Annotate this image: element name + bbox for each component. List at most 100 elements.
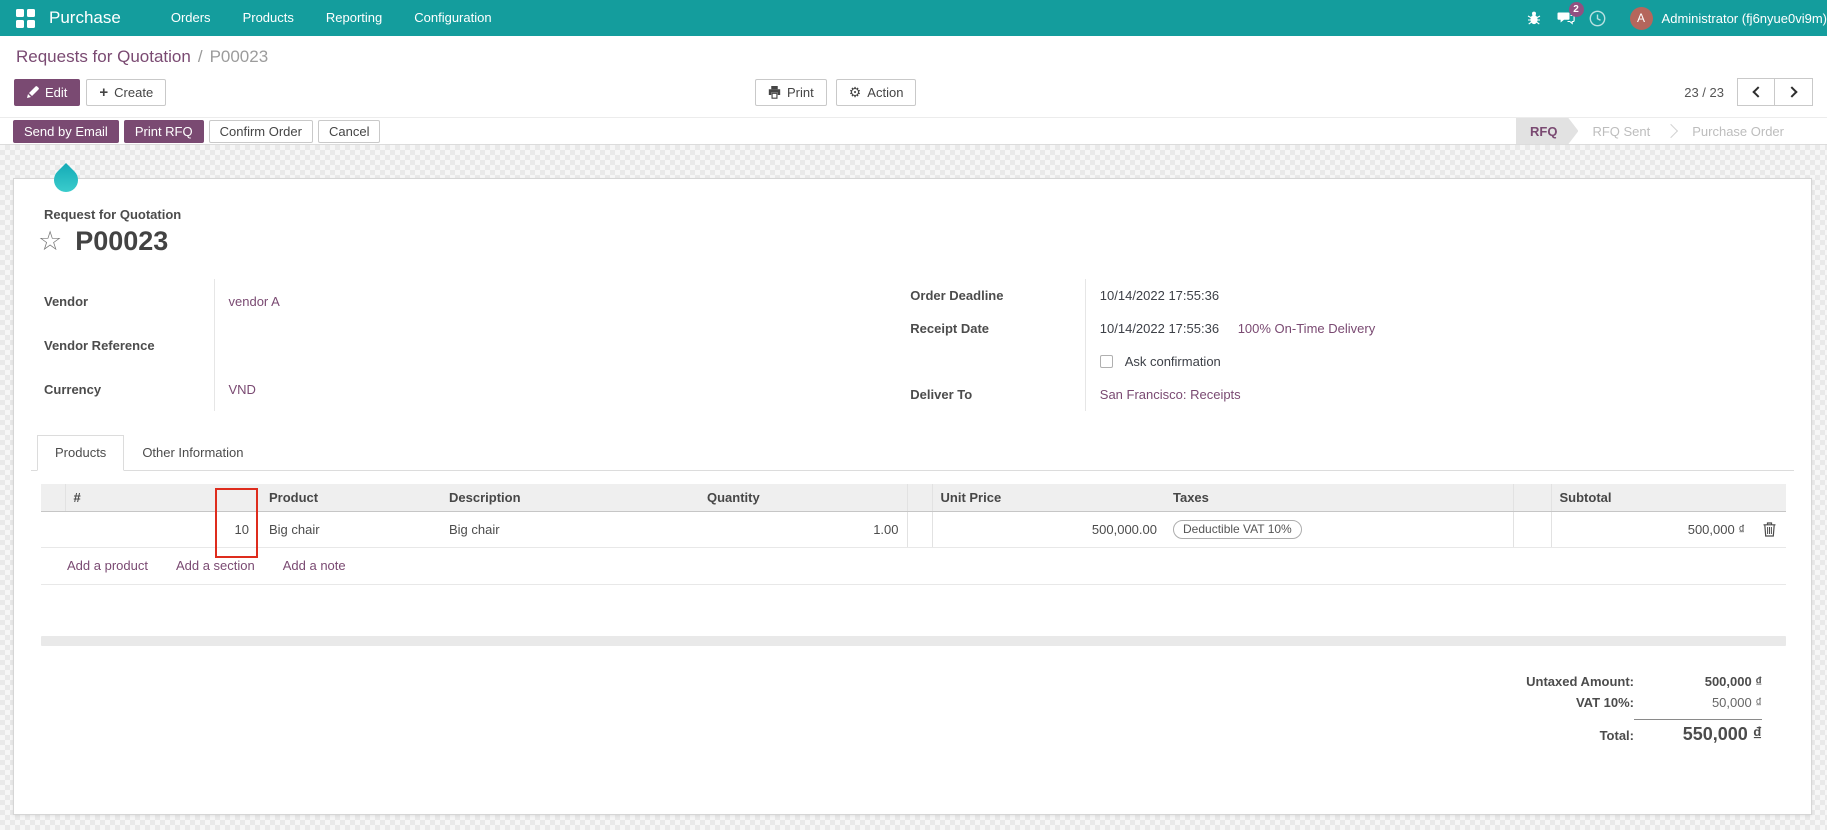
order-deadline-label: Order Deadline bbox=[910, 279, 1086, 312]
tax-tag[interactable]: Deductible VAT 10% bbox=[1173, 519, 1302, 539]
stage-rfq-sent[interactable]: RFQ Sent bbox=[1578, 118, 1664, 144]
menu-products[interactable]: Products bbox=[227, 0, 310, 36]
row-product[interactable]: Big chair bbox=[261, 511, 441, 548]
row-sequence[interactable]: 10 bbox=[65, 511, 261, 548]
trash-icon bbox=[1763, 521, 1776, 537]
gear-icon: ⚙ bbox=[848, 84, 862, 100]
pager-previous-button[interactable] bbox=[1737, 78, 1775, 106]
total-row: Total: 550,000 ₫ bbox=[1600, 716, 1762, 745]
order-lines-table: # Product Description Quantity Unit Pric… bbox=[41, 484, 1786, 548]
favorite-star-icon[interactable]: ☆ bbox=[38, 228, 62, 255]
menu-reporting[interactable]: Reporting bbox=[310, 0, 398, 36]
totals-block: Untaxed Amount: 500,000 ₫ VAT 10%: 50,00… bbox=[31, 671, 1794, 748]
create-button[interactable]: + Create bbox=[86, 78, 167, 106]
vat-value: 50,000 ₫ bbox=[1711, 694, 1762, 710]
currency-value-link[interactable]: VND bbox=[229, 382, 256, 397]
action-button-label: Action bbox=[867, 84, 904, 100]
edit-button[interactable]: Edit bbox=[14, 78, 81, 106]
col-quantity[interactable]: Quantity bbox=[699, 484, 907, 512]
record-title: P00023 bbox=[75, 226, 169, 256]
row-quantity[interactable]: 1.00 bbox=[699, 511, 907, 548]
action-button[interactable]: ⚙ Action bbox=[835, 78, 917, 106]
col-gap-2 bbox=[1512, 484, 1552, 512]
add-a-note-link[interactable]: Add a note bbox=[283, 558, 346, 573]
col-taxes[interactable]: Taxes bbox=[1165, 484, 1513, 512]
table-header-row: # Product Description Quantity Unit Pric… bbox=[41, 484, 1786, 512]
field-groups: Vendor vendor A Vendor Reference Currenc… bbox=[31, 279, 1794, 411]
row-unit-price[interactable]: 500,000.00 bbox=[932, 511, 1165, 548]
order-lines-area: # Product Description Quantity Unit Pric… bbox=[31, 471, 1794, 646]
deliver-to-label: Deliver To bbox=[910, 378, 1086, 411]
plus-icon: + bbox=[99, 83, 109, 101]
chevron-right-icon bbox=[1786, 86, 1798, 98]
row-handle-cell[interactable] bbox=[41, 511, 65, 548]
statusbar: Send by Email Print RFQ Confirm Order Ca… bbox=[0, 117, 1827, 145]
untaxed-amount-label: Untaxed Amount: bbox=[1526, 673, 1634, 689]
add-a-section-link[interactable]: Add a section bbox=[176, 558, 255, 573]
receipt-date-value[interactable]: 10/14/2022 17:55:36 bbox=[1100, 321, 1219, 336]
tab-other-information[interactable]: Other Information bbox=[124, 435, 261, 470]
row-subtotal: 500,000 ₫ bbox=[1551, 511, 1753, 548]
left-field-group: Vendor vendor A Vendor Reference Currenc… bbox=[44, 279, 543, 411]
delete-line-button[interactable] bbox=[1753, 511, 1786, 548]
field-currency: Currency VND bbox=[44, 367, 543, 411]
apps-menu-icon[interactable] bbox=[16, 8, 35, 28]
print-button-label: Print bbox=[787, 84, 814, 100]
tab-products[interactable]: Products bbox=[37, 435, 125, 471]
activities-clock-icon[interactable] bbox=[1582, 0, 1614, 36]
pager: 23 / 23 bbox=[1684, 78, 1813, 106]
pencil-icon bbox=[27, 86, 39, 98]
print-rfq-button[interactable]: Print RFQ bbox=[123, 119, 204, 143]
messages-icon[interactable]: 2 bbox=[1550, 0, 1584, 36]
field-order-deadline: Order Deadline 10/14/2022 17:55:36 bbox=[910, 279, 1794, 312]
row-taxes[interactable]: Deductible VAT 10% bbox=[1165, 511, 1513, 548]
order-deadline-value[interactable]: 10/14/2022 17:55:36 bbox=[1085, 279, 1794, 312]
notebook-tabs: Products Other Information bbox=[31, 435, 1794, 471]
col-unit-price[interactable]: Unit Price bbox=[932, 484, 1165, 512]
breadcrumb-separator: / bbox=[197, 47, 203, 66]
user-avatar[interactable]: A bbox=[1629, 6, 1653, 30]
main-menu: Orders Products Reporting Configuration bbox=[155, 0, 508, 36]
top-navbar: Purchase Orders Products Reporting Confi… bbox=[0, 0, 1827, 36]
breadcrumb-current: P00023 bbox=[209, 47, 269, 66]
breadcrumb: Requests for Quotation / P00023 bbox=[16, 45, 1813, 69]
add-a-product-link[interactable]: Add a product bbox=[67, 558, 148, 573]
row-description[interactable]: Big chair bbox=[441, 511, 699, 548]
send-by-email-button[interactable]: Send by Email bbox=[13, 119, 119, 143]
control-panel-buttons-row: Edit + Create Print ⚙ Action 23 / 23 bbox=[14, 78, 1813, 117]
currency-label: Currency bbox=[44, 367, 215, 411]
app-name[interactable]: Purchase bbox=[49, 8, 121, 28]
col-subtotal[interactable]: Subtotal bbox=[1551, 484, 1753, 512]
horizontal-scrollbar[interactable] bbox=[41, 635, 1786, 646]
row-gap-2 bbox=[1512, 511, 1552, 548]
edit-button-label: Edit bbox=[45, 84, 68, 100]
ask-confirmation-checkbox[interactable] bbox=[1099, 355, 1113, 368]
user-menu[interactable]: Administrator (fj6nyue0vi9m) bbox=[1662, 11, 1827, 26]
menu-orders[interactable]: Orders bbox=[155, 0, 227, 36]
confirm-order-button[interactable]: Confirm Order bbox=[208, 119, 313, 143]
field-deliver-to: Deliver To San Francisco: Receipts bbox=[910, 378, 1794, 411]
debug-bug-icon[interactable] bbox=[1518, 0, 1550, 36]
menu-configuration[interactable]: Configuration bbox=[398, 0, 507, 36]
printer-icon bbox=[768, 85, 781, 99]
cancel-button[interactable]: Cancel bbox=[317, 119, 381, 143]
order-line-row[interactable]: 10 Big chair Big chair 1.00 500,000.00 D… bbox=[41, 511, 1786, 548]
status-stages: RFQ RFQ Sent Purchase Order bbox=[1516, 118, 1814, 144]
col-description[interactable]: Description bbox=[441, 484, 699, 512]
vat-label: VAT 10%: bbox=[1575, 694, 1634, 710]
breadcrumb-requests-for-quotation[interactable]: Requests for Quotation bbox=[16, 47, 191, 66]
print-button[interactable]: Print bbox=[755, 78, 827, 106]
deliver-to-value-link[interactable]: San Francisco: Receipts bbox=[1100, 387, 1241, 402]
pager-next-button[interactable] bbox=[1775, 78, 1813, 106]
col-product[interactable]: Product bbox=[261, 484, 441, 512]
stage-purchase-order[interactable]: Purchase Order bbox=[1678, 118, 1798, 144]
vendor-reference-value[interactable] bbox=[214, 323, 543, 367]
row-gap-1 bbox=[906, 511, 933, 548]
on-time-delivery-link[interactable]: 100% On-Time Delivery bbox=[1238, 321, 1376, 336]
stage-rfq[interactable]: RFQ bbox=[1516, 118, 1578, 144]
add-line-links: Add a product Add a section Add a note bbox=[41, 548, 1786, 585]
col-handle bbox=[41, 484, 66, 512]
col-sequence[interactable]: # bbox=[65, 484, 261, 512]
control-panel: Requests for Quotation / P00023 Edit + Cre… bbox=[0, 36, 1827, 117]
vendor-value-link[interactable]: vendor A bbox=[229, 294, 280, 309]
